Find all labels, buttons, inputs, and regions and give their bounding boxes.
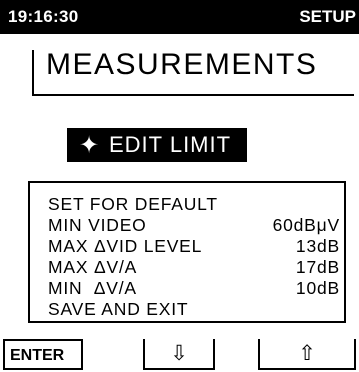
edit-limit-label: EDIT LIMIT [109,132,232,157]
page-title: MEASUREMENTS [46,48,318,81]
enter-button[interactable]: ENTER [3,339,83,370]
status-bar: 19:16:30 SETUP [0,0,359,34]
menu-item-max-va[interactable]: MAX ΔV/A 17dB [48,257,340,279]
menu-item-value: 13dB [295,236,340,256]
menu-item-value: 10dB [295,278,340,298]
star-icon: ✦ [79,132,100,159]
mode-indicator: SETUP [299,7,356,26]
menu-item-min-va[interactable]: MIN ΔV/A 10dB [48,278,340,300]
menu-item-label: SET FOR DEFAULT [48,194,218,214]
arrow-up-icon: ⇧ [298,342,316,365]
menu-item-label: SAVE AND EXIT [48,299,189,319]
device-screen: 19:16:30 SETUP MEASUREMENTS ✦ EDIT LIMIT… [0,0,359,372]
edit-limit-banner: ✦ EDIT LIMIT [67,128,247,162]
arrow-down-icon: ⇩ [170,342,188,365]
clock-time: 19:16:30 [8,7,79,26]
menu-item-label: MIN ΔV/A [48,278,137,298]
menu-item-label: MIN VIDEO [48,215,147,235]
menu-item-set-default[interactable]: SET FOR DEFAULT [48,194,340,216]
up-arrow-button[interactable]: ⇧ [258,339,356,370]
enter-button-label: ENTER [10,347,65,364]
menu-item-label: MAX ΔVID LEVEL [48,236,203,256]
menu-item-value: 17dB [295,257,340,277]
menu-item-min-video[interactable]: MIN VIDEO 60dBμV [48,215,340,237]
down-arrow-button[interactable]: ⇩ [143,339,215,370]
menu-item-max-vid-level[interactable]: MAX ΔVID LEVEL 13dB [48,236,340,258]
limits-menu: SET FOR DEFAULT MIN VIDEO 60dBμV MAX ΔVI… [28,181,346,323]
menu-item-save-exit[interactable]: SAVE AND EXIT [48,299,340,321]
menu-item-value: 60dBμV [272,215,340,235]
menu-item-label: MAX ΔV/A [48,257,138,277]
